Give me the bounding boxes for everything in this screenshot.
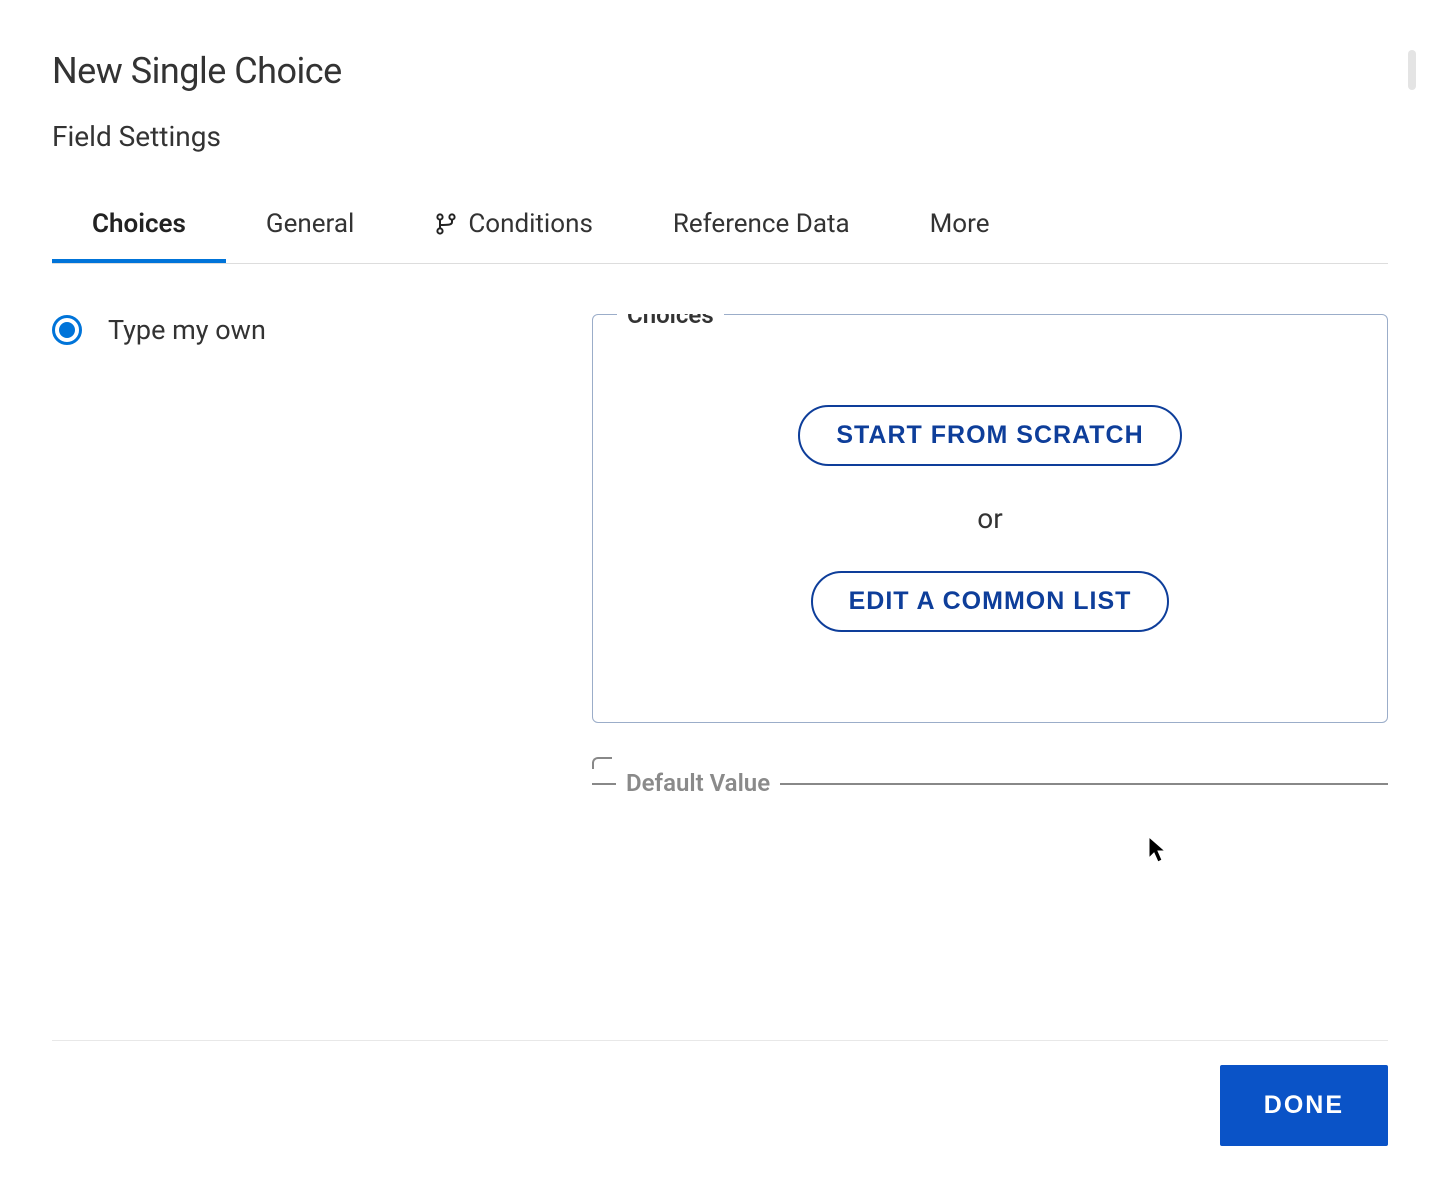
tab-general[interactable]: General <box>226 193 394 263</box>
choices-legend: Choices <box>617 314 724 329</box>
edit-common-list-button[interactable]: EDIT A COMMON LIST <box>811 571 1170 632</box>
tab-choices[interactable]: Choices <box>52 193 226 263</box>
tab-content-choices: Type my own Choices START FROM SCRATCH o… <box>52 314 1388 1040</box>
default-value-legend: Default Value <box>616 769 780 797</box>
tab-label: Choices <box>92 209 186 239</box>
radio-indicator <box>52 315 82 345</box>
fieldset-corner <box>592 757 612 769</box>
dialog-subtitle: Field Settings <box>52 120 1388 153</box>
dialog-title: New Single Choice <box>52 50 1388 92</box>
tab-label: General <box>266 209 354 239</box>
field-settings-dialog: New Single Choice Field Settings Choices… <box>22 0 1418 1200</box>
tab-label: Conditions <box>468 209 593 239</box>
radio-type-my-own[interactable]: Type my own <box>52 314 552 346</box>
branch-icon <box>434 212 458 236</box>
tabs: Choices General Conditions Reference Dat… <box>52 193 1388 264</box>
tab-label: Reference Data <box>673 209 850 239</box>
scrollbar[interactable] <box>1408 50 1416 90</box>
start-from-scratch-button[interactable]: START FROM SCRATCH <box>798 405 1181 466</box>
dialog-footer: DONE <box>52 1040 1388 1170</box>
tab-conditions[interactable]: Conditions <box>394 193 633 263</box>
choices-column: Choices START FROM SCRATCH or EDIT A COM… <box>592 314 1388 1040</box>
radio-label: Type my own <box>108 314 266 346</box>
done-button[interactable]: DONE <box>1220 1065 1388 1146</box>
tab-more[interactable]: More <box>890 193 1030 263</box>
radio-dot <box>59 322 75 338</box>
tab-reference-data[interactable]: Reference Data <box>633 193 890 263</box>
default-value-fieldset: Default Value <box>592 763 1388 803</box>
choices-fieldset: Choices START FROM SCRATCH or EDIT A COM… <box>592 314 1388 723</box>
source-options: Type my own <box>52 314 552 1040</box>
or-separator: or <box>977 502 1002 535</box>
tab-label: More <box>930 209 990 239</box>
